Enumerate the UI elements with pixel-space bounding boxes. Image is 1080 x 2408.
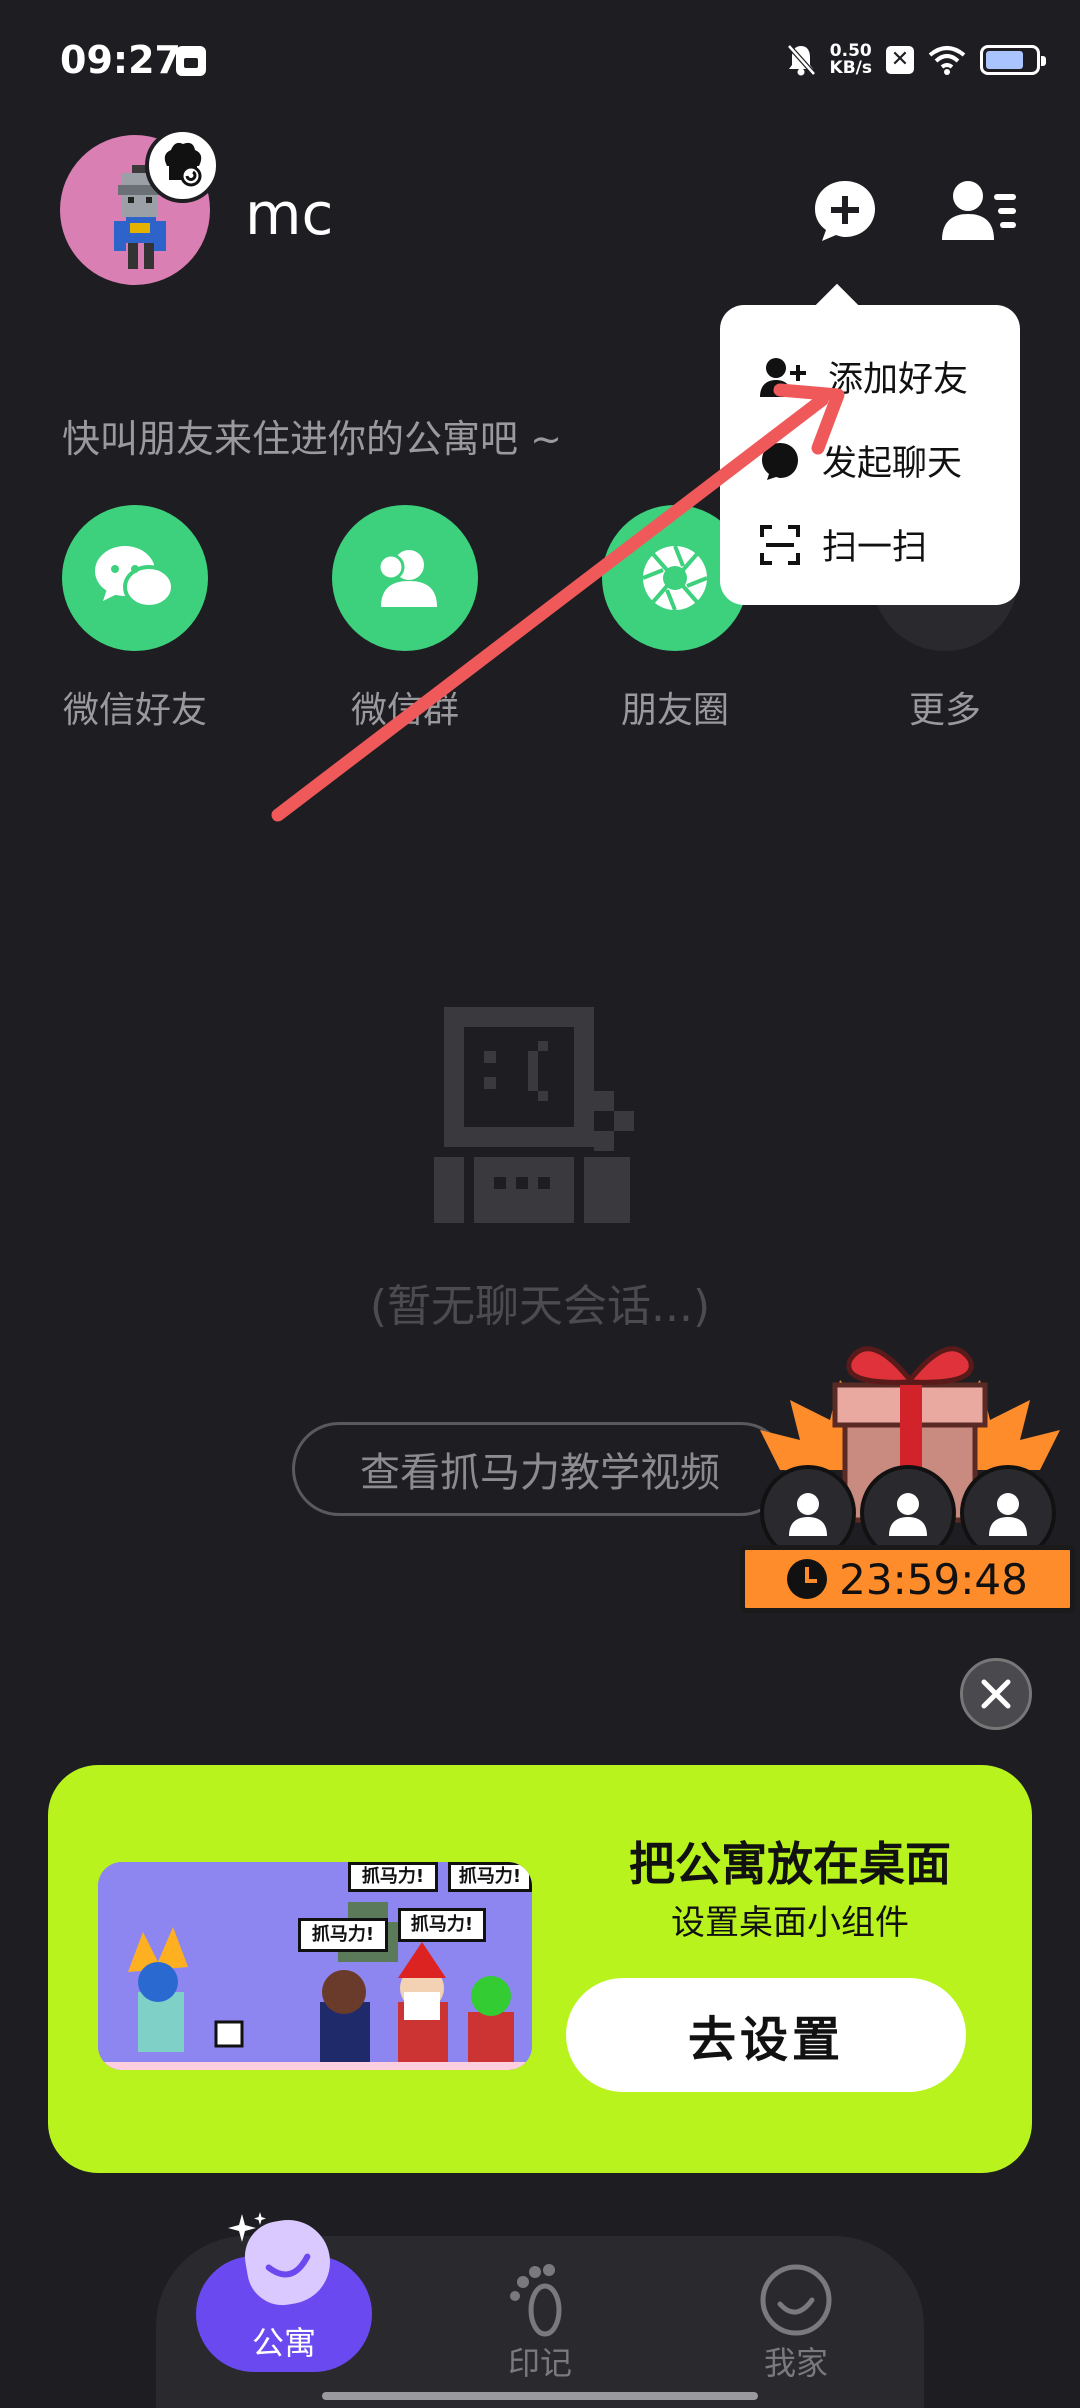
promo-subtitle: 设置桌面小组件 (671, 1903, 909, 1943)
nav-label: 公寓 (251, 2324, 316, 2362)
status-icons: 0.50 KB/s ✕ (786, 40, 1046, 80)
promo-image: 抓马力! 抓马力! 抓马力! 抓马力! (98, 1862, 532, 2070)
footprint-icon (510, 2264, 562, 2337)
share-label: 朋友圈 (620, 690, 729, 731)
status-time: 09:27 (60, 38, 181, 82)
share-label: 微信好友 (62, 690, 207, 731)
menu-item-scan[interactable]: 扫一扫 (760, 519, 927, 570)
speech-bubble: 抓马力! (298, 1918, 388, 1952)
wechat-icon (62, 505, 208, 651)
scan-icon (760, 524, 800, 565)
share-label: 更多 (908, 690, 981, 731)
add-friend-icon (760, 357, 806, 397)
share-wechat-group[interactable]: 微信群 (330, 505, 480, 733)
person-icon (889, 1493, 927, 1536)
nav-item-my-home[interactable]: 我家 (736, 2262, 856, 2384)
clock-icon (787, 1559, 828, 1599)
mute-icon (786, 43, 816, 77)
menu-item-label: 扫一扫 (822, 528, 928, 568)
person-icon (989, 1493, 1027, 1536)
add-button[interactable] (812, 178, 878, 244)
battery-icon (980, 45, 1046, 75)
wechat-group-icon (332, 505, 478, 651)
menu-item-label: 添加好友 (828, 360, 969, 400)
nav-item-apartment[interactable]: 公寓 (196, 2212, 372, 2372)
add-menu-dropdown: 添加好友 发起聊天 扫一扫 (720, 305, 1020, 605)
close-icon (981, 1679, 1011, 1709)
promo-title: 把公寓放在桌面 (629, 1837, 951, 1891)
invite-text: 快叫朋友来住进你的公寓吧 ~ (62, 417, 562, 461)
contacts-button[interactable] (942, 178, 1018, 242)
speech-bubble: 抓马力! (398, 1908, 486, 1942)
add-chat-icon (815, 181, 875, 241)
nav-label: 印记 (507, 2344, 572, 2382)
menu-item-label: 发起聊天 (822, 444, 963, 484)
gift-timer: 23:59:48 (740, 1545, 1075, 1613)
speech-bubble: 抓马力! (448, 1862, 532, 1892)
username: mc (245, 180, 334, 248)
my-home-icon (760, 2264, 832, 2336)
pixel-crowd-illustration (98, 1862, 532, 2070)
sparkle-icon (228, 2212, 266, 2242)
share-label: 微信群 (350, 690, 459, 731)
go-settings-button[interactable]: 去设置 (566, 1978, 966, 2092)
notification-app-icon (176, 46, 206, 76)
nav-label: 我家 (763, 2344, 828, 2382)
person-icon (789, 1493, 827, 1536)
speech-bubble: 抓马力! (348, 1862, 438, 1892)
contacts-icon (942, 181, 1016, 240)
chef-hat-badge-icon (145, 128, 220, 203)
close-promo-button[interactable] (960, 1658, 1032, 1730)
chat-icon (762, 442, 798, 480)
share-wechat-friend[interactable]: 微信好友 (60, 505, 210, 733)
timer-text: 23:59:48 (839, 1554, 1028, 1604)
empty-robot-icon (432, 1005, 652, 1225)
nav-item-footprints[interactable]: 印记 (480, 2262, 600, 2384)
net-speed: 0.50 KB/s (830, 43, 872, 77)
wifi-icon (928, 45, 966, 75)
x-badge-icon: ✕ (886, 46, 914, 74)
home-indicator[interactable] (322, 2392, 758, 2400)
tutorial-video-button[interactable]: 查看抓马力教学视频 (292, 1422, 788, 1516)
menu-item-add-friend[interactable]: 添加好友 (760, 351, 968, 402)
net-speed-unit: KB/s (829, 58, 872, 78)
menu-item-start-chat[interactable]: 发起聊天 (760, 435, 962, 486)
